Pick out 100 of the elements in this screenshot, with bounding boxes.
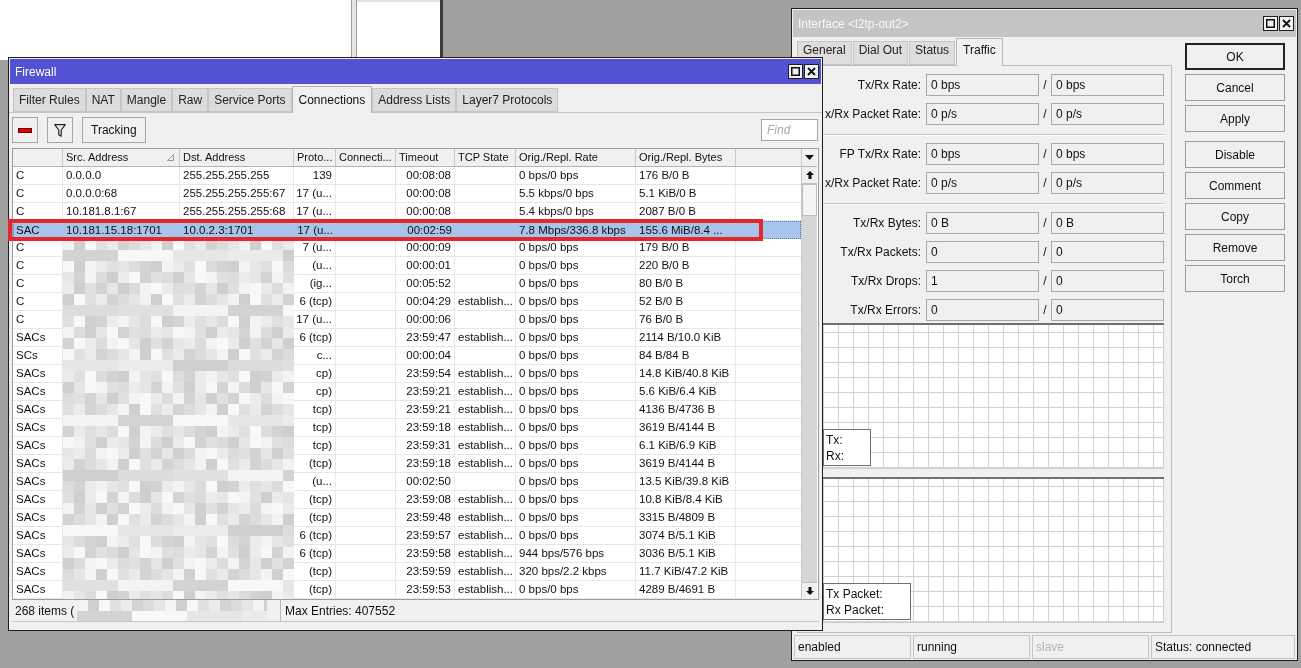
value-field: 0 B bbox=[926, 212, 1039, 234]
column-header[interactable]: Orig./Repl. Rate bbox=[516, 149, 636, 166]
table-cell: 00:05:52 bbox=[406, 277, 451, 290]
table-cell: 2087 B/0 B bbox=[639, 205, 696, 218]
close-button[interactable] bbox=[804, 64, 819, 79]
scroll-up-button[interactable] bbox=[802, 167, 817, 184]
table-cell: 17 (u... bbox=[296, 313, 332, 326]
dialog-button[interactable]: Apply bbox=[1185, 105, 1285, 132]
column-header[interactable]: Orig./Repl. Bytes bbox=[636, 149, 736, 166]
maximize-button[interactable] bbox=[1263, 16, 1278, 31]
tab[interactable]: Layer7 Protocols bbox=[456, 88, 559, 112]
table-cell: establish... bbox=[458, 295, 513, 308]
column-header[interactable]: Dst. Address bbox=[180, 149, 294, 166]
table-cell: establish... bbox=[458, 565, 513, 578]
close-icon bbox=[807, 67, 816, 76]
column-menu-button[interactable] bbox=[802, 149, 817, 167]
maximize-icon bbox=[791, 67, 800, 76]
field-label: x/Rx Packet Rate: bbox=[824, 106, 921, 123]
table-cell: 4289 B/4691 B bbox=[639, 583, 716, 596]
field-label: Tx/Rx Bytes: bbox=[853, 215, 921, 232]
table-cell: 0 bps/0 bps bbox=[519, 241, 579, 254]
table-cell: SCs bbox=[16, 349, 38, 362]
scrollbar-thumb[interactable] bbox=[802, 184, 817, 216]
table-cell: 5.1 KiB/0 B bbox=[639, 187, 697, 200]
column-header[interactable]: Src. Address bbox=[63, 149, 180, 166]
table-cell: establish... bbox=[458, 493, 513, 506]
dialog-button[interactable]: Copy bbox=[1185, 203, 1285, 230]
separator-text: / bbox=[1042, 106, 1048, 123]
dialog-button[interactable]: Remove bbox=[1185, 234, 1285, 261]
tab[interactable]: Mangle bbox=[120, 88, 173, 112]
table-cell: 5.6 KiB/6.4 KiB bbox=[639, 385, 717, 398]
tab[interactable]: Connections bbox=[291, 86, 373, 113]
legend-label: Tx Packet: bbox=[826, 585, 884, 602]
tracking-button[interactable]: Tracking bbox=[82, 117, 146, 143]
scroll-down-button[interactable] bbox=[802, 582, 817, 599]
tab[interactable]: NAT bbox=[85, 88, 121, 112]
table-cell: C bbox=[16, 205, 25, 218]
table-cell: 0 bps/0 bps bbox=[519, 511, 579, 524]
status-text: 268 items ( bbox=[15, 602, 75, 620]
table-cell: 23:59:57 bbox=[406, 529, 451, 542]
separator-text: / bbox=[1042, 77, 1048, 94]
table-cell: C bbox=[16, 259, 25, 272]
tab[interactable]: Raw bbox=[172, 88, 209, 112]
value-field: 1 bbox=[926, 270, 1039, 292]
value-field: 0 p/s bbox=[1051, 103, 1164, 125]
table-row[interactable]: C 0.0.0.0:68 255.255.255.255:67 17 (u... 00:00:08 5.5 kbps/0 bps 5.1 KiB/0 B bbox=[13, 185, 801, 203]
column-header[interactable]: Connecti... bbox=[336, 149, 396, 166]
table-cell: establish... bbox=[458, 457, 513, 470]
column-header[interactable]: TCP State bbox=[455, 149, 516, 166]
table-cell: 5.4 kbps/0 bps bbox=[519, 205, 594, 218]
table-cell: 23:59:54 bbox=[406, 367, 451, 380]
table-cell: 0 bps/0 bps bbox=[519, 439, 579, 452]
table-cell: (u... bbox=[312, 475, 332, 488]
close-icon bbox=[1282, 19, 1291, 28]
value-field: 0 bbox=[1051, 270, 1164, 292]
tab[interactable]: Traffic bbox=[956, 38, 1003, 66]
table-cell: 0 bps/0 bps bbox=[519, 331, 579, 344]
dialog-button[interactable]: Comment bbox=[1185, 172, 1285, 199]
field-label: Tx/Rx Errors: bbox=[850, 302, 921, 319]
remove-button[interactable] bbox=[12, 117, 38, 143]
table-cell: 155.6 MiB/8.4 ... bbox=[639, 223, 723, 237]
table-cell: 139 bbox=[312, 169, 332, 182]
tab[interactable]: Filter Rules bbox=[13, 88, 86, 112]
table-cell: 220 B/0 B bbox=[639, 259, 690, 272]
status-field: slave bbox=[1032, 635, 1149, 659]
filter-button[interactable] bbox=[47, 117, 73, 143]
table-cell: 3074 B/5.1 KiB bbox=[639, 529, 716, 542]
dialog-button[interactable]: OK bbox=[1185, 43, 1285, 70]
find-field[interactable]: Find bbox=[761, 119, 818, 141]
table-cell: 00:00:01 bbox=[406, 259, 451, 272]
table-cell: 00:00:08 bbox=[406, 187, 451, 200]
status-text: Max Entries: 407552 bbox=[285, 602, 396, 620]
tab[interactable]: Address Lists bbox=[372, 88, 457, 112]
table-cell: 0 bps/0 bps bbox=[519, 259, 579, 272]
table-cell: 00:00:04 bbox=[406, 349, 451, 362]
dialog-button[interactable]: Disable bbox=[1185, 141, 1285, 168]
table-cell: establish... bbox=[458, 421, 513, 434]
arrow-down-icon bbox=[805, 587, 814, 595]
table-cell: C bbox=[16, 295, 25, 308]
dialog-button[interactable]: Torch bbox=[1185, 265, 1285, 292]
value-field: 0 B bbox=[1051, 212, 1164, 234]
value-field: 0 bbox=[1051, 299, 1164, 321]
table-cell: 320 bps/2.2 kbps bbox=[519, 565, 607, 578]
field-label: Tx/Rx Drops: bbox=[851, 273, 921, 290]
value-field: 0 bbox=[1051, 241, 1164, 263]
tab[interactable]: Status bbox=[909, 41, 956, 65]
maximize-button[interactable] bbox=[788, 64, 803, 79]
dialog-button[interactable]: Cancel bbox=[1185, 74, 1285, 101]
table-cell: 0 bps/0 bps bbox=[519, 385, 579, 398]
table-cell: 6 (tcp) bbox=[299, 295, 332, 308]
table-cell: (tcp) bbox=[309, 457, 332, 470]
close-button[interactable] bbox=[1279, 16, 1294, 31]
table-cell: 23:59:21 bbox=[406, 385, 451, 398]
table-cell: SACs bbox=[16, 475, 46, 488]
tab[interactable]: Service Ports bbox=[208, 88, 292, 112]
table-cell: C bbox=[16, 313, 25, 326]
table-row[interactable]: C 0.0.0.0 255.255.255.255 139 00:08:08 0 bps/0 bps 176 B/0 B bbox=[13, 167, 801, 185]
column-header[interactable]: Proto... bbox=[294, 149, 336, 166]
column-header[interactable]: Timeout bbox=[396, 149, 455, 166]
tab[interactable]: Dial Out bbox=[852, 41, 909, 65]
